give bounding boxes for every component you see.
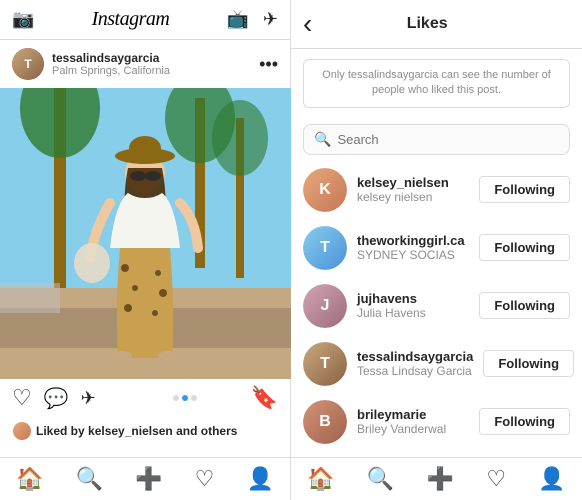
liked-avatars: [12, 421, 28, 441]
page-title: Likes: [320, 15, 534, 33]
tv-icon[interactable]: 📺: [226, 9, 248, 30]
liked-avatar-1: [12, 421, 32, 441]
like-button[interactable]: ♡: [12, 385, 32, 411]
like-user-info: kelsey_nielsen kelsey nielsen: [357, 175, 469, 204]
like-avatar[interactable]: T: [303, 342, 347, 386]
back-button[interactable]: ‹: [303, 10, 312, 38]
like-fullname: SYDNEY SOCIAS: [357, 248, 469, 262]
nav-home[interactable]: 🏠: [16, 466, 43, 492]
list-item: B brileymarie Briley Vanderwal Following: [291, 393, 582, 451]
likes-list: K kelsey_nielsen kelsey nielsen Followin…: [291, 161, 582, 457]
list-item: J jujhavens Julia Havens Following: [291, 277, 582, 335]
rnav-add[interactable]: ➕: [427, 466, 454, 492]
like-fullname: Julia Havens: [357, 306, 469, 320]
send-icon[interactable]: ✈: [263, 9, 278, 30]
user-avatar[interactable]: T: [12, 48, 44, 80]
post-actions-left: ♡ 💬 ✈: [12, 385, 119, 411]
post-illustration: [0, 88, 291, 379]
following-button[interactable]: Following: [483, 350, 574, 377]
like-username[interactable]: brileymarie: [357, 407, 469, 422]
nav-search[interactable]: 🔍: [76, 466, 103, 492]
right-panel: ‹ Likes Only tessalindsaygarcia can see …: [291, 0, 582, 500]
privacy-notice: Only tessalindsaygarcia can see the numb…: [303, 59, 570, 108]
like-username[interactable]: kelsey_nielsen: [357, 175, 469, 190]
left-bottom-nav: 🏠 🔍 ➕ ♡ 👤: [0, 457, 290, 500]
left-header: 📷 Instagram 📺 ✈: [0, 0, 290, 40]
right-bottom-nav: 🏠 🔍 ➕ ♡ 👤: [291, 457, 582, 500]
like-fullname: Briley Vanderwal: [357, 422, 469, 436]
nav-add[interactable]: ➕: [135, 466, 162, 492]
like-user-info: jujhavens Julia Havens: [357, 291, 469, 320]
rnav-home[interactable]: 🏠: [307, 466, 334, 492]
like-user-info: tessalindsaygarcia Tessa Lindsay Garcia: [357, 349, 473, 378]
header-icons: 📺 ✈: [226, 9, 278, 30]
like-username[interactable]: theworkinggirl.ca: [357, 233, 469, 248]
search-input[interactable]: [337, 132, 559, 147]
dots-indicator: [131, 395, 238, 401]
following-button[interactable]: Following: [479, 176, 570, 203]
left-panel: 📷 Instagram 📺 ✈ T tessalindsaygarcia Pal…: [0, 0, 291, 500]
post-image: [0, 88, 291, 379]
like-user-info: brileymarie Briley Vanderwal: [357, 407, 469, 436]
like-avatar[interactable]: B: [303, 400, 347, 444]
like-avatar[interactable]: J: [303, 284, 347, 328]
user-location: Palm Springs, California: [52, 65, 251, 77]
like-username[interactable]: jujhavens: [357, 291, 469, 306]
dot-2: [182, 395, 188, 401]
bookmark-button[interactable]: 🔖: [251, 385, 278, 411]
post-actions: ♡ 💬 ✈ 🔖: [0, 379, 290, 417]
following-button[interactable]: Following: [479, 292, 570, 319]
liked-text: Liked by kelsey_nielsen and others: [36, 424, 237, 438]
like-fullname: kelsey nielsen: [357, 190, 469, 204]
user-bar: T tessalindsaygarcia Palm Springs, Calif…: [0, 40, 290, 88]
user-info: tessalindsaygarcia Palm Springs, Califor…: [52, 51, 251, 77]
like-avatar[interactable]: K: [303, 168, 347, 212]
dot-1: [173, 395, 179, 401]
rnav-search[interactable]: 🔍: [367, 466, 394, 492]
like-avatar[interactable]: T: [303, 226, 347, 270]
like-username[interactable]: tessalindsaygarcia: [357, 349, 473, 364]
like-user-info: theworkinggirl.ca SYDNEY SOCIAS: [357, 233, 469, 262]
right-header: ‹ Likes: [291, 0, 582, 49]
more-button[interactable]: •••: [259, 54, 278, 75]
like-fullname: Tessa Lindsay Garcia: [357, 364, 473, 378]
list-item: T theworkinggirl.ca SYDNEY SOCIAS Follow…: [291, 219, 582, 277]
list-item: K kelsey_nielsen kelsey nielsen Followin…: [291, 161, 582, 219]
search-bar[interactable]: 🔍: [303, 124, 570, 155]
rnav-activity[interactable]: ♡: [486, 466, 506, 492]
camera-icon[interactable]: 📷: [12, 9, 34, 30]
list-item: T tessalindsaygarcia Tessa Lindsay Garci…: [291, 335, 582, 393]
app-logo: Instagram: [92, 8, 170, 31]
username[interactable]: tessalindsaygarcia: [52, 51, 251, 65]
privacy-text: Only tessalindsaygarcia can see the numb…: [314, 68, 559, 99]
comment-button[interactable]: 💬: [44, 386, 69, 411]
rnav-profile[interactable]: 👤: [538, 466, 565, 492]
following-button[interactable]: Following: [479, 408, 570, 435]
nav-activity[interactable]: ♡: [195, 466, 215, 492]
dot-3: [191, 395, 197, 401]
share-button[interactable]: ✈: [81, 388, 96, 409]
search-icon: 🔍: [314, 131, 331, 148]
following-button[interactable]: Following: [479, 234, 570, 261]
liked-bar: Liked by kelsey_nielsen and others: [0, 417, 290, 445]
nav-profile[interactable]: 👤: [247, 466, 274, 492]
